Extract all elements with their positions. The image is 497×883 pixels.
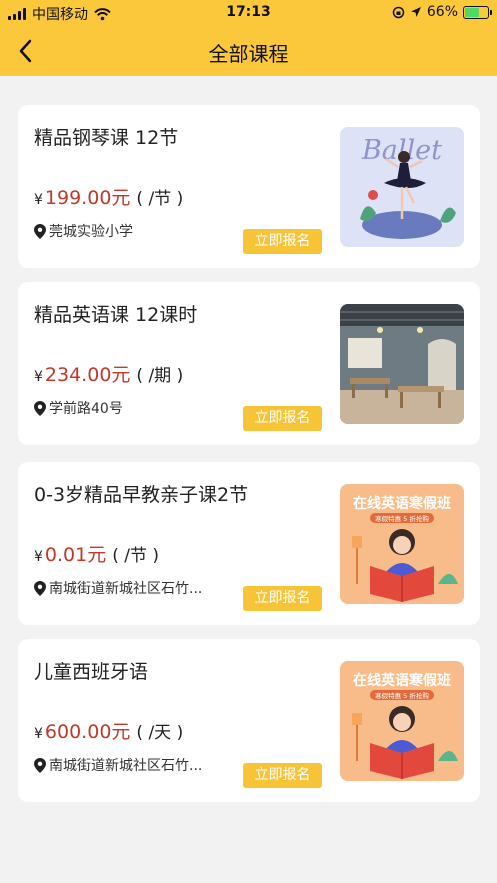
enroll-button[interactable]: 立即报名 bbox=[243, 406, 322, 431]
location-pin-icon bbox=[34, 757, 46, 773]
course-location: 莞城实验小学 bbox=[34, 221, 214, 241]
page-title: 全部课程 bbox=[208, 42, 289, 66]
battery-percent: 66% bbox=[426, 4, 458, 20]
location-arrow-icon bbox=[410, 7, 421, 17]
enroll-button[interactable]: 立即报名 bbox=[243, 229, 322, 254]
course-card[interactable]: 儿童西班牙语 ¥600.00元( /天 ) 南城街道新城社区石竹... 立即报名… bbox=[18, 639, 480, 802]
price-unit: ( /节 ) bbox=[136, 189, 184, 209]
course-price: 234.00元 bbox=[44, 364, 131, 386]
classroom-course-image[interactable] bbox=[340, 304, 464, 424]
price-row: ¥600.00元( /天 ) bbox=[34, 717, 183, 744]
currency-symbol: ¥ bbox=[34, 726, 43, 742]
course-price: 0.01元 bbox=[44, 544, 107, 566]
location-pin-icon bbox=[34, 580, 46, 596]
course-location: 南城街道新城社区石竹... bbox=[34, 755, 214, 775]
price-unit: ( /节 ) bbox=[112, 546, 160, 566]
english-winter-class-image[interactable]: 在线英语寒假班 寒假特惠 5 折抢购 bbox=[340, 484, 464, 604]
enroll-button[interactable]: 立即报名 bbox=[243, 763, 322, 788]
course-location: 南城街道新城社区石竹... bbox=[34, 578, 214, 598]
course-card[interactable]: 0-3岁精品早教亲子课2节 ¥0.01元( /节 ) 南城街道新城社区石竹...… bbox=[18, 462, 480, 625]
course-title: 精品英语课 12课时 bbox=[34, 304, 198, 326]
price-unit: ( /天 ) bbox=[136, 723, 184, 743]
battery-icon bbox=[463, 5, 492, 19]
enroll-button[interactable]: 立即报名 bbox=[243, 586, 322, 611]
price-unit: ( /期 ) bbox=[136, 366, 184, 386]
course-title: 精品钢琴课 12节 bbox=[34, 127, 179, 149]
image-subtext: 寒假特惠 5 折抢购 bbox=[375, 691, 429, 700]
course-card[interactable]: 精品英语课 12课时 ¥234.00元( /期 ) 学前路40号 立即报名 bbox=[18, 282, 480, 445]
location-text: 莞城实验小学 bbox=[49, 224, 133, 240]
currency-symbol: ¥ bbox=[34, 192, 43, 208]
course-title: 儿童西班牙语 bbox=[34, 661, 149, 683]
location-text: 南城街道新城社区石竹... bbox=[49, 758, 203, 774]
location-text: 学前路40号 bbox=[49, 401, 123, 417]
price-row: ¥0.01元( /节 ) bbox=[34, 540, 159, 567]
course-price: 199.00元 bbox=[44, 187, 131, 209]
location-pin-icon bbox=[34, 223, 46, 239]
course-title: 0-3岁精品早教亲子课2节 bbox=[34, 484, 249, 506]
currency-symbol: ¥ bbox=[34, 369, 43, 385]
image-headline: 在线英语寒假班 bbox=[353, 495, 451, 512]
location-pin-icon bbox=[34, 400, 46, 416]
price-row: ¥199.00元( /节 ) bbox=[34, 183, 183, 210]
english-winter-class-image[interactable]: 在线英语寒假班 寒假特惠 5 折抢购 bbox=[340, 661, 464, 781]
status-bar: 中国移动 17:13 66% bbox=[0, 0, 497, 26]
nav-bar: 全部课程 bbox=[0, 26, 497, 76]
price-row: ¥234.00元( /期 ) bbox=[34, 360, 183, 387]
ballet-course-image[interactable]: Ballet bbox=[340, 127, 464, 247]
image-subtext: 寒假特惠 5 折抢购 bbox=[375, 514, 429, 523]
currency-symbol: ¥ bbox=[34, 549, 43, 565]
rotation-lock-icon bbox=[392, 6, 405, 18]
image-headline: 在线英语寒假班 bbox=[353, 672, 451, 689]
location-text: 南城街道新城社区石竹... bbox=[49, 581, 203, 597]
course-location: 学前路40号 bbox=[34, 398, 214, 418]
course-card[interactable]: 精品钢琴课 12节 ¥199.00元( /节 ) 莞城实验小学 立即报名 Bal… bbox=[18, 105, 480, 268]
top-bar: 中国移动 17:13 66% 全部课程 bbox=[0, 0, 497, 76]
course-price: 600.00元 bbox=[44, 721, 131, 743]
